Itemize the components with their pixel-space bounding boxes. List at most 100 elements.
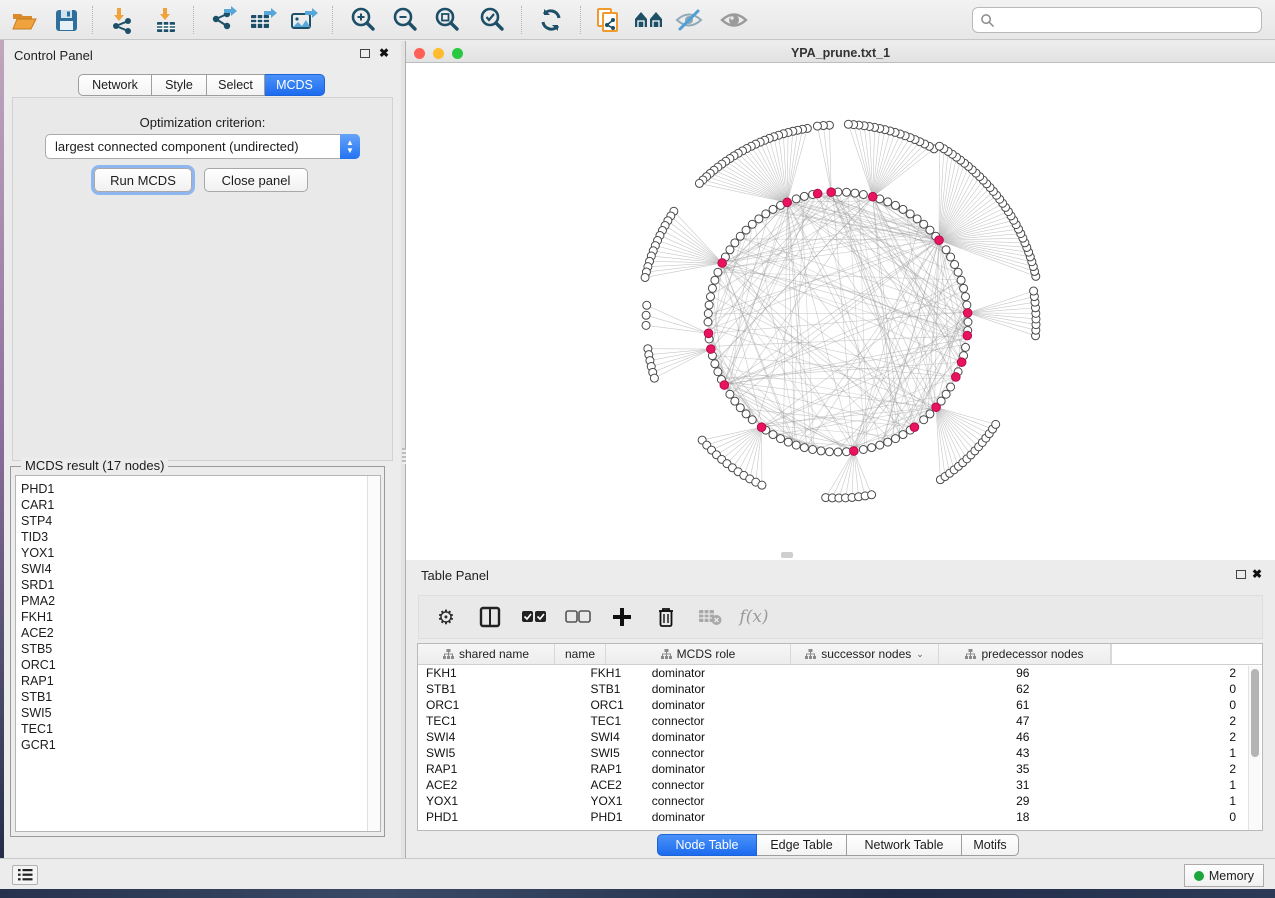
mcds-node[interactable] [850,447,859,456]
zoom-selected-icon[interactable] [476,4,508,36]
show-all-icon[interactable] [718,4,750,36]
network-leaf-node[interactable] [642,321,650,329]
result-scrollbar[interactable] [367,476,380,831]
table-scrollbar-thumb[interactable] [1251,669,1259,757]
network-node[interactable] [891,201,899,209]
mcds-result-item[interactable]: SWI4 [21,561,380,577]
column-header-predecessor-nodes[interactable]: predecessor nodes [939,644,1111,664]
network-node[interactable] [942,390,950,398]
mcds-result-item[interactable]: ACE2 [21,625,380,641]
import-table-icon[interactable] [150,4,182,36]
task-history-button[interactable] [12,865,38,885]
delete-icon[interactable] [653,604,679,630]
mcds-result-item[interactable]: FKH1 [21,609,380,625]
import-network-icon[interactable] [106,4,138,36]
network-window-titlebar[interactable]: YPA_prune.txt_1 [406,44,1275,63]
network-node[interactable] [748,220,756,228]
network-node[interactable] [868,444,876,452]
mcds-node[interactable] [935,236,944,245]
network-node[interactable] [962,343,970,351]
network-node[interactable] [800,192,808,200]
network-node[interactable] [891,435,899,443]
tab-mcds[interactable]: MCDS [265,74,325,96]
column-header-MCDS-role[interactable]: MCDS role [606,644,791,664]
network-leaf-node[interactable] [643,301,651,309]
network-node[interactable] [742,226,750,234]
run-mcds-button[interactable]: Run MCDS [94,168,192,192]
network-node[interactable] [736,232,744,240]
tab-edge-table[interactable]: Edge Table [757,834,847,856]
mcds-node[interactable] [868,192,877,201]
mcds-result-item[interactable]: PMA2 [21,593,380,609]
network-leaf-node[interactable] [642,311,650,319]
network-node[interactable] [859,190,867,198]
select-all-icon[interactable] [521,604,547,630]
column-header-shared-name[interactable]: shared name [418,644,555,664]
table-row[interactable]: TEC1TEC1connector472 [418,713,1250,729]
table-row[interactable]: PHD1PHD1dominator180 [418,809,1250,825]
network-node[interactable] [708,284,716,292]
network-node[interactable] [906,210,914,218]
mcds-result-item[interactable]: RAP1 [21,673,380,689]
export-network-icon[interactable] [208,4,240,36]
zoom-fit-icon[interactable] [431,4,463,36]
mcds-node[interactable] [783,198,792,207]
network-node[interactable] [899,205,907,213]
refresh-icon[interactable] [535,4,567,36]
network-node[interactable] [704,309,712,317]
network-node[interactable] [926,410,934,418]
close-panel-icon[interactable]: ✖ [379,48,389,58]
tab-motifs[interactable]: Motifs [962,834,1019,856]
export-table-icon[interactable] [247,4,279,36]
mcds-result-item[interactable]: SWI5 [21,705,380,721]
mcds-node[interactable] [827,188,836,197]
mcds-result-item[interactable]: GCR1 [21,737,380,753]
search-box[interactable] [972,7,1262,33]
float-table-panel-icon[interactable] [1236,570,1246,579]
network-node[interactable] [884,198,892,206]
network-node[interactable] [711,276,719,284]
network-node[interactable] [809,446,817,454]
table-row[interactable]: FKH1FKH1dominator962 [418,665,1250,681]
show-columns-icon[interactable] [477,604,503,630]
network-node[interactable] [736,404,744,412]
network-node[interactable] [726,390,734,398]
network-node[interactable] [748,416,756,424]
hide-selected-icon[interactable] [673,4,705,36]
mcds-node[interactable] [952,373,961,382]
mcds-node[interactable] [757,423,766,432]
memory-button[interactable]: Memory [1184,864,1264,887]
column-header-name[interactable]: name [555,644,606,664]
zoom-in-icon[interactable] [347,4,379,36]
optimization-criterion-select[interactable]: largest connected component (undirected)… [45,134,360,159]
network-leaf-node[interactable] [695,179,703,187]
mcds-result-item[interactable]: YOX1 [21,545,380,561]
mcds-result-item[interactable]: STP4 [21,513,380,529]
table-row[interactable]: STB1STB1dominator620 [418,681,1250,697]
network-node[interactable] [851,189,859,197]
network-leaf-node[interactable] [641,273,649,281]
network-leaf-node[interactable] [758,481,766,489]
network-node[interactable] [769,205,777,213]
column-header-successor-nodes[interactable]: successor nodes⌄ [791,644,939,664]
tab-network-table[interactable]: Network Table [847,834,962,856]
network-node[interactable] [884,438,892,446]
duplicate-network-icon[interactable] [592,4,624,36]
mcds-result-item[interactable]: STB1 [21,689,380,705]
mcds-node[interactable] [704,329,713,338]
network-leaf-node[interactable] [868,491,876,499]
network-node[interactable] [777,435,785,443]
float-panel-icon[interactable] [360,49,370,58]
network-node[interactable] [726,246,734,254]
network-node[interactable] [705,301,713,309]
network-canvas[interactable] [406,63,1275,560]
network-node[interactable] [960,284,968,292]
table-row[interactable]: SWI4SWI4dominator462 [418,729,1250,745]
network-node[interactable] [926,226,934,234]
table-scrollbar[interactable] [1248,666,1261,830]
network-leaf-node[interactable] [844,120,852,128]
network-node[interactable] [792,441,800,449]
export-image-icon[interactable] [288,4,320,36]
network-leaf-node[interactable] [992,420,1000,428]
mcds-result-list[interactable]: PHD1CAR1STP4TID3YOX1SWI4SRD1PMA2FKH1ACE2… [15,475,381,832]
